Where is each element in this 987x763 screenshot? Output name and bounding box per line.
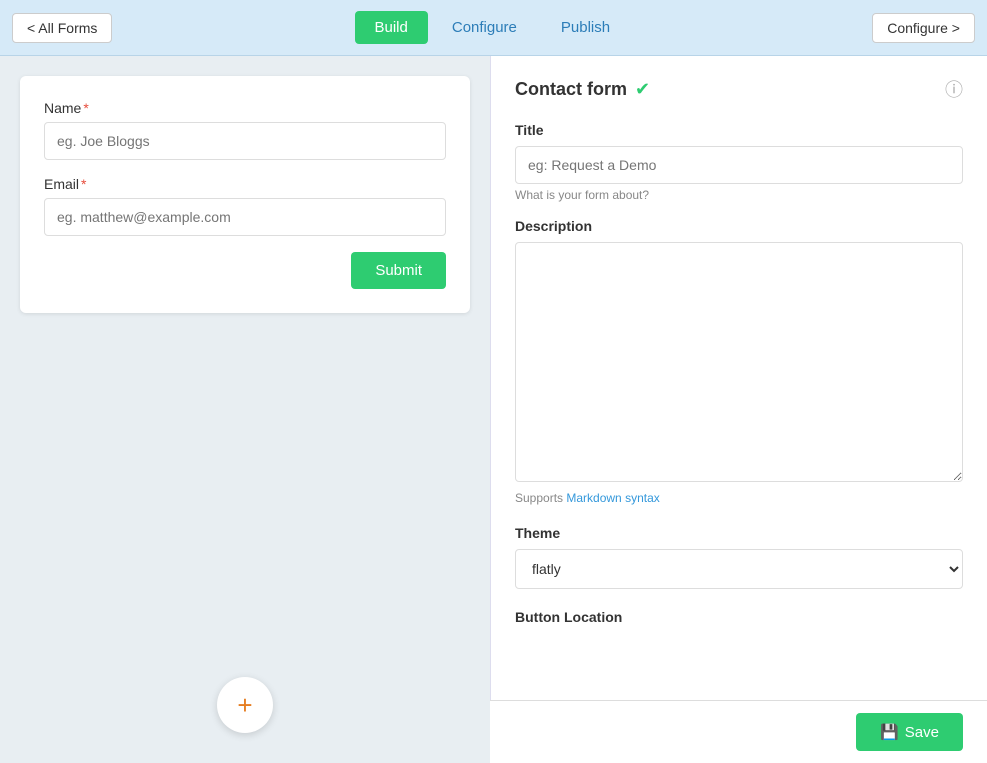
name-label: Name* xyxy=(44,100,446,116)
name-label-text: Name xyxy=(44,100,81,116)
add-field-fab[interactable]: + xyxy=(217,677,273,733)
title-sublabel: What is your form about? xyxy=(515,188,963,202)
email-required-star: * xyxy=(81,176,86,192)
save-icon: 💾 xyxy=(880,723,899,741)
all-forms-button[interactable]: < All Forms xyxy=(12,13,112,43)
markdown-prefix: Supports xyxy=(515,491,566,505)
configure-right-button[interactable]: Configure > xyxy=(872,13,975,43)
submit-button[interactable]: Submit xyxy=(351,252,446,289)
form-header: Contact form ✔ ⓘ xyxy=(515,76,963,102)
save-label: Save xyxy=(905,724,939,741)
title-section-label: Title xyxy=(515,122,963,138)
name-required-star: * xyxy=(83,100,88,116)
publish-nav-button[interactable]: Publish xyxy=(541,11,630,44)
save-button[interactable]: 💾 Save xyxy=(856,713,963,751)
right-panel: Contact form ✔ ⓘ Title What is your form… xyxy=(490,56,987,763)
theme-section-label: Theme xyxy=(515,525,963,541)
save-bar: 💾 Save xyxy=(490,700,987,763)
button-location-label: Button Location xyxy=(515,609,963,625)
configure-nav-button[interactable]: Configure xyxy=(432,11,537,44)
theme-select[interactable]: flatly default cerulean cosmo cyborg xyxy=(515,549,963,589)
check-icon: ✔ xyxy=(635,79,650,100)
description-textarea[interactable] xyxy=(515,242,963,482)
markdown-note: Supports Markdown syntax xyxy=(515,491,963,505)
email-input[interactable] xyxy=(44,198,446,236)
form-title: Contact form xyxy=(515,79,627,100)
markdown-link[interactable]: Markdown syntax xyxy=(566,491,659,505)
title-input[interactable] xyxy=(515,146,963,184)
email-label: Email* xyxy=(44,176,446,192)
nav-center: Build Configure Publish xyxy=(355,11,631,44)
name-input[interactable] xyxy=(44,122,446,160)
top-nav: < All Forms Build Configure Publish Conf… xyxy=(0,0,987,56)
form-title-row: Contact form ✔ xyxy=(515,79,650,100)
build-nav-button[interactable]: Build xyxy=(355,11,428,44)
description-section-label: Description xyxy=(515,218,963,234)
form-card: Name* Email* Submit xyxy=(20,76,470,313)
email-label-text: Email xyxy=(44,176,79,192)
help-icon[interactable]: ⓘ xyxy=(945,76,963,102)
left-panel: Name* Email* Submit + xyxy=(0,56,490,763)
plus-icon: + xyxy=(237,690,252,721)
main-layout: Name* Email* Submit + Contact form ✔ ⓘ T… xyxy=(0,56,987,763)
